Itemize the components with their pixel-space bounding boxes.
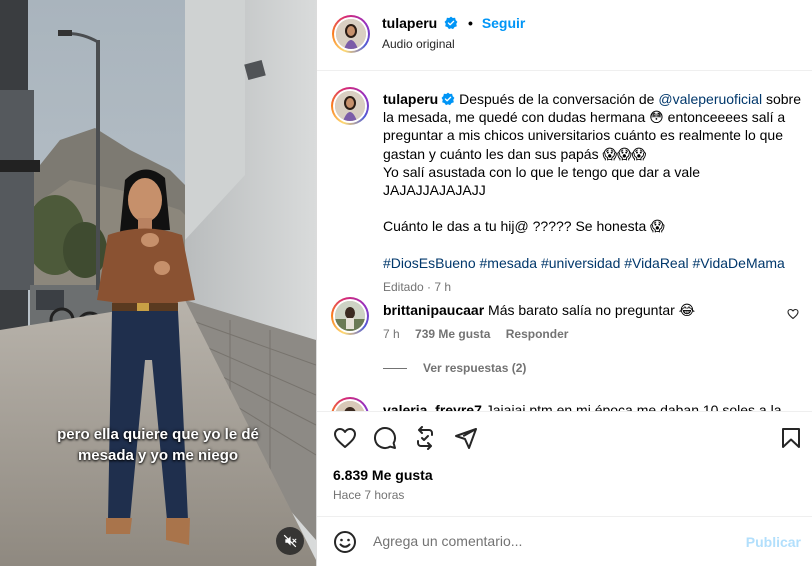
view-replies-button[interactable]: Ver respuestas (2)	[383, 361, 526, 375]
action-bar: 6.839 Me gusta Hace 7 horas	[317, 411, 812, 516]
comment-text: Jajajai ptm en mi época me daban 10 sole…	[485, 402, 782, 411]
commenter-username[interactable]: valeria_freyre7	[383, 402, 482, 411]
avatar-photo	[335, 301, 365, 331]
add-comment-bar: Publicar	[317, 516, 812, 566]
post-header: tulaperu • Seguir Audio original	[317, 0, 812, 71]
publish-button[interactable]: Publicar	[746, 534, 801, 550]
speaker-muted-icon	[283, 534, 297, 548]
verified-badge-icon	[441, 92, 455, 106]
save-bookmark-icon[interactable]	[779, 426, 803, 450]
hashtag-list[interactable]: #DiosEsBueno #mesada #universidad #VidaR…	[383, 254, 801, 272]
repost-icon[interactable]	[413, 426, 437, 450]
caption-line: Cuánto le das a tu hij@ ????? Se honesta…	[383, 218, 665, 235]
audio-link[interactable]: Audio original	[382, 37, 455, 51]
caption-time[interactable]: 7 h	[434, 280, 451, 294]
verified-badge-icon	[444, 16, 458, 30]
follow-button[interactable]: Seguir	[482, 15, 526, 31]
like-heart-icon[interactable]	[333, 426, 357, 450]
avatar-photo	[336, 19, 366, 49]
video-caption: pero ella quiere que yo le dé mesada y y…	[0, 424, 316, 466]
author-username[interactable]: tulaperu	[382, 15, 437, 31]
caption-body: Después de la conversación de	[459, 91, 659, 107]
caption-username[interactable]: tulaperu	[383, 91, 438, 107]
comment-time[interactable]: 7 h	[383, 327, 400, 341]
edited-label: Editado	[383, 280, 424, 294]
video-caption-line: pero ella quiere que yo le dé	[57, 426, 259, 443]
caption-author-avatar[interactable]	[331, 87, 369, 125]
share-send-icon[interactable]	[454, 426, 478, 450]
reply-button[interactable]: Responder	[506, 327, 569, 341]
caption-meta: Editado · 7 h	[383, 280, 452, 294]
commenter-username[interactable]: brittanipaucaar	[383, 302, 484, 318]
post-details-panel: tulaperu • Seguir Audio original tulaper…	[316, 0, 812, 566]
like-comment-heart-icon[interactable]	[787, 308, 799, 320]
video-caption-line: mesada y yo me niego	[77, 447, 239, 464]
post-video[interactable]: pero ella quiere que yo le dé mesada y y…	[0, 0, 316, 566]
author-avatar[interactable]	[332, 15, 370, 53]
post-time: Hace 7 horas	[333, 488, 405, 502]
comment-text: Más barato salía no preguntar 😂	[488, 302, 696, 318]
comment-input[interactable]	[373, 527, 733, 555]
caption-text: tulaperu Después de la conversación de @…	[383, 90, 801, 296]
mention-link[interactable]: @valeperuoficial	[658, 91, 762, 107]
emoji-smiley-icon[interactable]	[333, 530, 357, 554]
mute-button[interactable]	[276, 527, 304, 555]
commenter-avatar[interactable]	[331, 297, 369, 335]
view-replies-label: Ver respuestas (2)	[423, 361, 527, 375]
caption-line: Yo salí asustada con lo que le tengo que…	[383, 163, 701, 199]
likes-count[interactable]: 6.839 Me gusta	[333, 467, 433, 483]
video-frame	[0, 0, 316, 566]
divider	[383, 367, 407, 369]
comment-bubble-icon[interactable]	[373, 426, 397, 450]
comments-list[interactable]: tulaperu Después de la conversación de @…	[317, 71, 812, 411]
comment-likes[interactable]: 739 Me gusta	[415, 327, 490, 341]
commenter-avatar[interactable]	[331, 397, 369, 411]
separator-dot: •	[468, 15, 473, 31]
avatar-photo	[335, 91, 365, 121]
